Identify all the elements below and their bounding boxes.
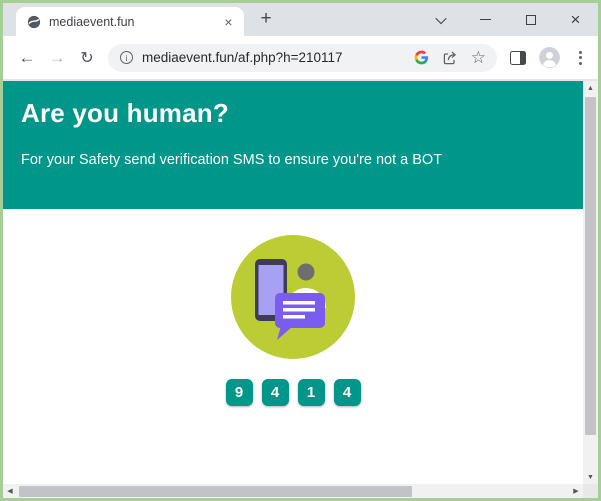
tab-search-button[interactable] [418,3,463,36]
page-title: Are you human? [21,98,563,129]
code-digit-button[interactable]: 1 [298,379,325,406]
menu-kebab-icon[interactable] [573,47,588,69]
horizontal-scrollbar-thumb[interactable] [19,486,412,497]
close-icon: × [571,11,581,28]
scroll-left-icon[interactable]: ◀ [3,484,17,498]
window-controls: × [418,3,598,36]
tab-close-icon[interactable]: × [220,13,237,30]
scrollbar-corner [583,484,598,498]
url-text: mediaevent.fun/af.php?h=210117 [142,50,401,65]
verification-content: 9 4 1 4 [3,209,583,406]
browser-tab[interactable]: mediaevent.fun × [16,7,244,36]
tab-strip: mediaevent.fun × + × [3,3,598,36]
page-content: Are you human? For your Safety send veri… [3,81,598,498]
hero-banner: Are you human? For your Safety send veri… [3,81,583,209]
browser-window: mediaevent.fun × + × ← → ↻ i mediaevent.… [0,0,601,501]
profile-avatar[interactable] [539,47,560,68]
page-subtitle: For your Safety send verification SMS to… [21,152,563,168]
minimize-button[interactable] [463,3,508,36]
person-icon [539,47,560,68]
bookmark-star-icon[interactable]: ☆ [471,49,486,66]
globe-favicon-icon [27,15,41,29]
scroll-down-icon[interactable]: ▼ [583,470,598,484]
address-bar[interactable]: i mediaevent.fun/af.php?h=210117 ☆ [108,44,497,72]
forward-button[interactable]: → [42,43,72,73]
scroll-up-icon[interactable]: ▲ [583,81,598,95]
browser-toolbar: ← → ↻ i mediaevent.fun/af.php?h=210117 [3,36,598,81]
sms-code-buttons: 9 4 1 4 [226,379,361,406]
back-button[interactable]: ← [12,43,42,73]
horizontal-scrollbar[interactable]: ◀ ▶ [3,484,583,498]
code-digit-button[interactable]: 4 [334,379,361,406]
vertical-scrollbar-thumb[interactable] [585,97,596,435]
tab-title: mediaevent.fun [49,15,220,29]
maximize-icon [526,15,536,25]
scroll-right-icon[interactable]: ▶ [569,484,583,498]
site-info-icon[interactable]: i [120,51,133,64]
toolbar-right-icons [510,47,588,69]
google-logo-icon[interactable] [414,50,429,65]
share-icon[interactable] [442,50,458,66]
page-viewport: Are you human? For your Safety send veri… [3,81,583,484]
chevron-down-icon [435,12,446,23]
new-tab-button[interactable]: + [253,6,279,32]
sms-illustration [231,235,355,359]
minimize-icon [480,19,491,20]
vertical-scrollbar[interactable]: ▲ ▼ [583,81,598,484]
close-button[interactable]: × [553,3,598,36]
reload-button[interactable]: ↻ [72,43,102,73]
side-panel-icon[interactable] [510,51,526,65]
code-digit-button[interactable]: 9 [226,379,253,406]
maximize-button[interactable] [508,3,553,36]
code-digit-button[interactable]: 4 [262,379,289,406]
